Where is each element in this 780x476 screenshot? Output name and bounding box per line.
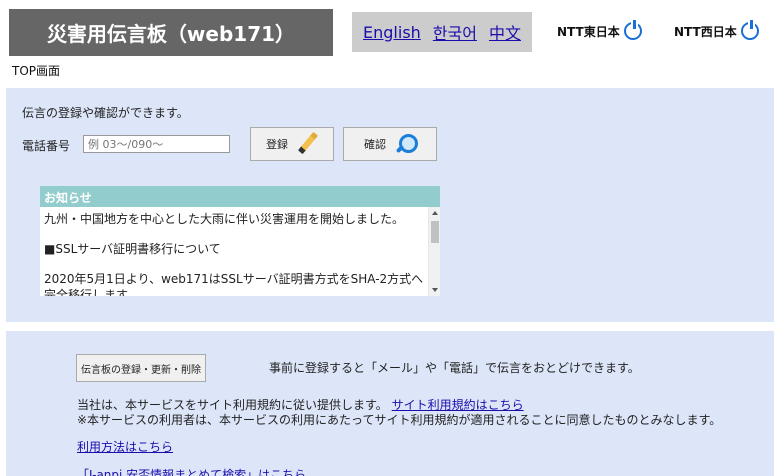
ntt-logo-icon bbox=[623, 20, 642, 40]
pencil-icon bbox=[296, 133, 318, 155]
terms-link[interactable]: サイト利用規約はこちら bbox=[392, 398, 524, 412]
phone-label: 電話番号 bbox=[22, 139, 71, 153]
news-list: 九州・中国地方を中心とした大雨に伴い災害運用を開始しました。 ■SSLサーバ証明… bbox=[40, 207, 428, 296]
scroll-down-icon[interactable] bbox=[432, 288, 438, 292]
info-panel: 伝言板の登録・更新・削除 事前に登録すると「メール」や「電話」で伝言をおとどけで… bbox=[6, 331, 774, 476]
lang-link-chinese[interactable]: 中文 bbox=[489, 20, 521, 44]
message-search-panel: 伝言の登録や確認ができます。 電話番号 登録 確認 お知らせ 九州・中国地方を中… bbox=[6, 88, 774, 322]
lang-link-korean[interactable]: 한국어 bbox=[433, 20, 477, 44]
ntt-logo-icon bbox=[740, 20, 759, 40]
manage-board-button[interactable]: 伝言板の登録・更新・削除 bbox=[76, 354, 206, 382]
manage-description: 事前に登録すると「メール」や「電話」で伝言をおとどけできます。 bbox=[269, 361, 640, 375]
news-heading: お知らせ bbox=[40, 186, 440, 207]
phone-number-input[interactable] bbox=[83, 135, 230, 153]
terms-text: 当社は、本サービスをサイト利用規約に従い提供します。 bbox=[77, 398, 388, 412]
news-item: ■SSLサーバ証明書移行について bbox=[44, 242, 221, 256]
register-button[interactable]: 登録 bbox=[250, 127, 334, 161]
news-scrollbar[interactable] bbox=[428, 207, 440, 296]
scroll-up-icon[interactable] bbox=[432, 211, 438, 215]
news-item: 2020年5月1日より、web171はSSLサーバ証明書方式をSHA-2方式へ完… bbox=[44, 272, 424, 296]
site-title: 災害用伝言板（web171） bbox=[9, 9, 333, 56]
janpi-link[interactable]: 「J-anpi 安否情報まとめて検索」はこちら bbox=[77, 466, 306, 476]
news-item: 九州・中国地方を中心とした大雨に伴い災害運用を開始しました。 bbox=[44, 212, 405, 226]
check-button[interactable]: 確認 bbox=[343, 127, 437, 161]
scroll-thumb[interactable] bbox=[431, 221, 439, 243]
ntt-east-logo-text: NTT東日本 bbox=[557, 24, 620, 39]
ntt-east-logo[interactable]: NTT東日本 bbox=[557, 20, 642, 40]
language-switcher: English 한국어 中文 bbox=[352, 12, 532, 52]
news-box: お知らせ 九州・中国地方を中心とした大雨に伴い災害運用を開始しました。 ■SSL… bbox=[40, 186, 440, 296]
terms-notice: ※本サービスの利用者は、本サービスの利用にあたってサイト利用規約が適用されること… bbox=[77, 413, 722, 427]
check-button-label: 確認 bbox=[364, 138, 386, 151]
intro-text: 伝言の登録や確認ができます。 bbox=[22, 106, 189, 120]
ntt-west-logo[interactable]: NTT西日本 bbox=[674, 20, 759, 40]
usage-link[interactable]: 利用方法はこちら bbox=[77, 438, 173, 455]
breadcrumb: TOP画面 bbox=[12, 64, 61, 78]
magnifier-icon bbox=[394, 133, 418, 155]
ntt-west-logo-text: NTT西日本 bbox=[674, 24, 737, 39]
register-button-label: 登録 bbox=[266, 138, 288, 151]
lang-link-english[interactable]: English bbox=[363, 23, 421, 42]
